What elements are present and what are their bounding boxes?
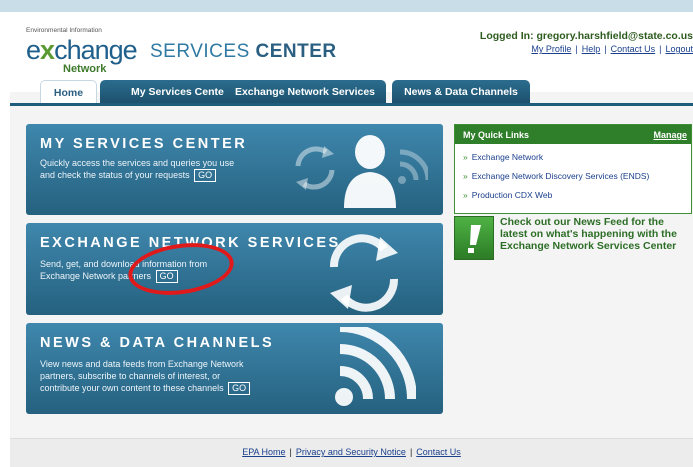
logo-tagline: Environmental Information bbox=[26, 27, 102, 34]
list-item[interactable]: » Exchange Network Discovery Services (EN… bbox=[463, 171, 649, 190]
quick-links-title: My Quick Links bbox=[463, 130, 530, 140]
contact-us-link[interactable]: Contact Us bbox=[611, 44, 656, 54]
manage-link[interactable]: Manage bbox=[653, 130, 687, 140]
chevron-right-icon: » bbox=[463, 152, 468, 162]
exchange-network-logo[interactable]: Environmental Information exchange Netwo… bbox=[26, 27, 138, 75]
exchange-network-services-panel[interactable]: EXCHANGE NETWORK SERVICES Send, get, and… bbox=[26, 223, 443, 315]
news-feed-callout[interactable]: Check out our News Feed for the latest o… bbox=[454, 216, 693, 262]
page-title: SERVICES CENTER bbox=[150, 41, 337, 62]
top-strip bbox=[0, 0, 693, 12]
rss-feed-icon bbox=[335, 327, 416, 406]
footer-links: EPA Home | Privacy and Security Notice | Con… bbox=[242, 447, 461, 457]
logout-link[interactable]: Logout bbox=[665, 44, 693, 54]
epa-home-link[interactable]: EPA Home bbox=[242, 447, 285, 457]
news-data-channels-panel[interactable]: NEWS & DATA CHANNELS View news and data … bbox=[26, 323, 443, 414]
exchange-arrows-icon bbox=[329, 234, 399, 312]
quick-links-header: My Quick Links Manage bbox=[455, 125, 691, 144]
quick-links-list: » Exchange Network » Exchange Network Disc… bbox=[463, 152, 649, 209]
go-button[interactable]: GO bbox=[194, 169, 217, 182]
tab-underline bbox=[10, 103, 693, 106]
logo-network: Network bbox=[63, 63, 107, 75]
tab-exchange-network-services[interactable]: Exchange Network Services bbox=[224, 80, 386, 104]
go-button[interactable]: GO bbox=[228, 382, 251, 395]
list-item[interactable]: » Production CDX Web bbox=[463, 190, 649, 209]
news-feed-text: Check out our News Feed for the latest o… bbox=[500, 216, 677, 252]
footer: EPA Home | Privacy and Security Notice | Con… bbox=[10, 438, 693, 467]
list-item[interactable]: » Exchange Network bbox=[463, 152, 649, 171]
exclamation-icon bbox=[454, 216, 494, 260]
footer-contact-link[interactable]: Contact Us bbox=[416, 447, 461, 457]
privacy-notice-link[interactable]: Privacy and Security Notice bbox=[296, 447, 406, 457]
panel-title: NEWS & DATA CHANNELS bbox=[40, 335, 275, 351]
logo-wordmark: exchange bbox=[26, 35, 138, 65]
panel-description: Quickly access the services and queries … bbox=[40, 158, 235, 182]
panel-title: MY SERVICES CENTER bbox=[40, 136, 248, 152]
logged-in-status: Logged In: gregory.harshfield@state.co.u… bbox=[479, 30, 693, 42]
help-link[interactable]: Help bbox=[582, 44, 601, 54]
user-sync-icon bbox=[295, 135, 428, 208]
chevron-right-icon: » bbox=[463, 190, 468, 200]
user-links: My Profile | Help | Contact Us | Logout bbox=[531, 44, 693, 54]
panel-description: View news and data feeds from Exchange N… bbox=[40, 358, 251, 395]
chevron-right-icon: » bbox=[463, 171, 468, 181]
my-services-center-panel[interactable]: MY SERVICES CENTER Quickly access the se… bbox=[26, 124, 443, 215]
my-profile-link[interactable]: My Profile bbox=[531, 44, 571, 54]
my-quick-links: My Quick Links Manage » Exchange Network … bbox=[454, 124, 692, 214]
tab-news-data-channels[interactable]: News & Data Channels bbox=[392, 80, 530, 104]
